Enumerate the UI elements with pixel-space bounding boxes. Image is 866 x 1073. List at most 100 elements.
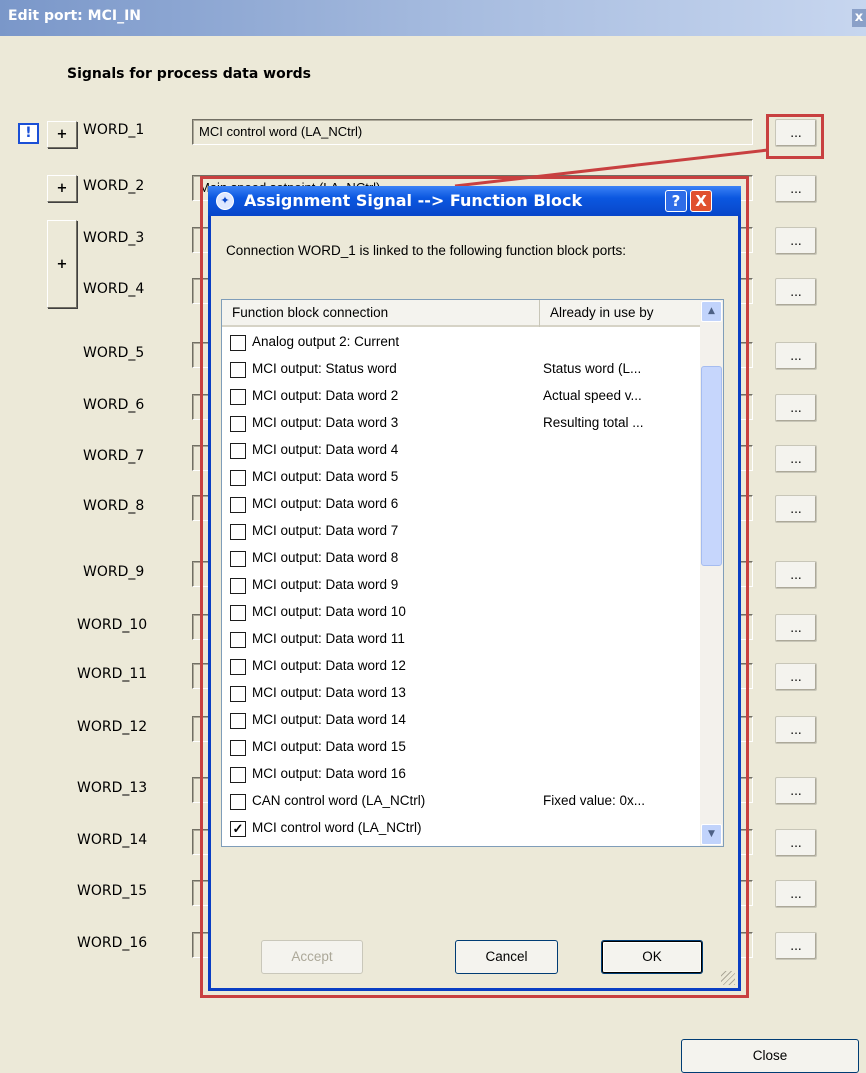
- row-checkbox[interactable]: [230, 335, 246, 351]
- row-checkbox[interactable]: [230, 794, 246, 810]
- row-checkbox[interactable]: [230, 686, 246, 702]
- list-item[interactable]: MCI output: Data word 7: [222, 520, 701, 547]
- list-item[interactable]: MCI output: Data word 12: [222, 655, 701, 682]
- word-signal-field[interactable]: MCI control word (LA_NCtrl): [192, 119, 753, 145]
- row-checkbox[interactable]: ✓: [230, 821, 246, 837]
- word-label: WORD_16: [77, 935, 148, 951]
- row-checkbox[interactable]: [230, 659, 246, 675]
- list-item[interactable]: MCI output: Data word 14: [222, 709, 701, 736]
- row-label: MCI output: Data word 16: [252, 766, 406, 781]
- resize-grip[interactable]: [721, 971, 735, 985]
- assignment-dialog: ✦ Assignment Signal --> Function Block ?…: [208, 186, 741, 991]
- row-checkbox[interactable]: [230, 551, 246, 567]
- browse-button[interactable]: ...: [775, 777, 817, 805]
- browse-button[interactable]: ...: [775, 495, 817, 523]
- section-title: Signals for process data words: [67, 66, 311, 82]
- expand-word-3-4-button[interactable]: +: [47, 220, 77, 308]
- word-label: WORD_10: [77, 617, 148, 633]
- row-checkbox[interactable]: [230, 767, 246, 783]
- row-label: MCI output: Data word 2: [252, 388, 399, 403]
- row-checkbox[interactable]: [230, 470, 246, 486]
- row-checkbox[interactable]: [230, 389, 246, 405]
- list-item[interactable]: MCI output: Data word 5: [222, 466, 701, 493]
- row-label: MCI output: Status word: [252, 361, 397, 376]
- row-checkbox[interactable]: [230, 632, 246, 648]
- row-checkbox[interactable]: [230, 740, 246, 756]
- close-icon[interactable]: X: [690, 190, 712, 212]
- word-label: WORD_12: [77, 719, 148, 735]
- window-titlebar: Edit port: MCI_IN x: [0, 0, 866, 36]
- list-item[interactable]: MCI output: Data word 4: [222, 439, 701, 466]
- function-block-list[interactable]: Function block connection Already in use…: [221, 299, 724, 847]
- word-label: WORD_4: [83, 281, 145, 297]
- row-label: MCI output: Data word 12: [252, 658, 406, 673]
- browse-button[interactable]: ...: [775, 561, 817, 589]
- list-rows: Analog output 2: Current MCI output: Stat…: [222, 331, 701, 844]
- browse-button[interactable]: ...: [775, 614, 817, 642]
- browse-button[interactable]: ...: [775, 278, 817, 306]
- browse-button[interactable]: ...: [775, 175, 817, 203]
- expand-word-2-button[interactable]: +: [47, 175, 77, 202]
- cancel-button[interactable]: Cancel: [455, 940, 558, 974]
- list-item[interactable]: ✓ MCI control word (LA_NCtrl): [222, 817, 701, 844]
- row-checkbox[interactable]: [230, 362, 246, 378]
- list-item[interactable]: Analog output 2: Current: [222, 331, 701, 358]
- dialog-message: Connection WORD_1 is linked to the follo…: [226, 243, 626, 258]
- word-label: WORD_5: [83, 345, 145, 361]
- word-label: WORD_9: [83, 564, 145, 580]
- accept-button[interactable]: Accept: [261, 940, 363, 974]
- list-item[interactable]: MCI output: Data word 6: [222, 493, 701, 520]
- help-icon[interactable]: ?: [665, 190, 687, 212]
- row-label: MCI output: Data word 15: [252, 739, 406, 754]
- close-button[interactable]: Close: [681, 1039, 859, 1073]
- row-label: MCI output: Data word 14: [252, 712, 406, 727]
- list-item[interactable]: MCI output: Data word 9: [222, 574, 701, 601]
- expand-word-1-button[interactable]: +: [47, 121, 77, 148]
- list-item[interactable]: MCI output: Data word 13: [222, 682, 701, 709]
- browse-button[interactable]: ...: [775, 829, 817, 857]
- ok-button[interactable]: OK: [601, 940, 703, 974]
- row-checkbox[interactable]: [230, 443, 246, 459]
- word-label: WORD_3: [83, 230, 145, 246]
- dialog-title: Assignment Signal --> Function Block: [244, 191, 583, 210]
- list-item[interactable]: MCI output: Status word Status word (L...: [222, 358, 701, 385]
- row-checkbox[interactable]: [230, 416, 246, 432]
- row-checkbox[interactable]: [230, 578, 246, 594]
- list-header: Function block connection Already in use…: [222, 300, 701, 327]
- browse-button[interactable]: ...: [775, 880, 817, 908]
- list-item[interactable]: MCI output: Data word 11: [222, 628, 701, 655]
- row-checkbox[interactable]: [230, 605, 246, 621]
- browse-button[interactable]: ...: [775, 932, 817, 960]
- warning-icon[interactable]: !: [18, 123, 39, 144]
- row-checkbox[interactable]: [230, 524, 246, 540]
- row-label: CAN control word (LA_NCtrl): [252, 793, 426, 808]
- list-item[interactable]: MCI output: Data word 16: [222, 763, 701, 790]
- word-label: WORD_7: [83, 448, 145, 464]
- row-checkbox[interactable]: [230, 713, 246, 729]
- row-in-use: Fixed value: 0x...: [543, 793, 646, 808]
- browse-button[interactable]: ...: [775, 445, 817, 473]
- list-item[interactable]: MCI output: Data word 2 Actual speed v...: [222, 385, 701, 412]
- browse-button[interactable]: ...: [775, 716, 817, 744]
- list-item[interactable]: MCI output: Data word 8: [222, 547, 701, 574]
- browse-button[interactable]: ...: [775, 663, 817, 691]
- scroll-down-icon[interactable]: ▼: [701, 824, 722, 845]
- scrollbar[interactable]: ▲ ▼: [700, 300, 723, 846]
- list-item[interactable]: CAN control word (LA_NCtrl) Fixed value: …: [222, 790, 701, 817]
- browse-button[interactable]: ...: [775, 227, 817, 255]
- list-item[interactable]: MCI output: Data word 15: [222, 736, 701, 763]
- list-item[interactable]: MCI output: Data word 10: [222, 601, 701, 628]
- list-item[interactable]: MCI output: Data word 3 Resulting total .…: [222, 412, 701, 439]
- browse-button[interactable]: ...: [775, 342, 817, 370]
- column-header-in-use[interactable]: Already in use by: [540, 300, 701, 327]
- scroll-up-icon[interactable]: ▲: [701, 301, 722, 322]
- row-in-use: Status word (L...: [543, 361, 642, 376]
- row-label: MCI output: Data word 7: [252, 523, 399, 538]
- window-close-button[interactable]: x: [852, 9, 866, 27]
- column-header-connection[interactable]: Function block connection: [222, 300, 540, 327]
- scroll-thumb[interactable]: [701, 366, 722, 566]
- window-title: Edit port: MCI_IN: [8, 8, 141, 24]
- row-checkbox[interactable]: [230, 497, 246, 513]
- browse-button[interactable]: ...: [775, 394, 817, 422]
- app-icon: ✦: [216, 192, 234, 210]
